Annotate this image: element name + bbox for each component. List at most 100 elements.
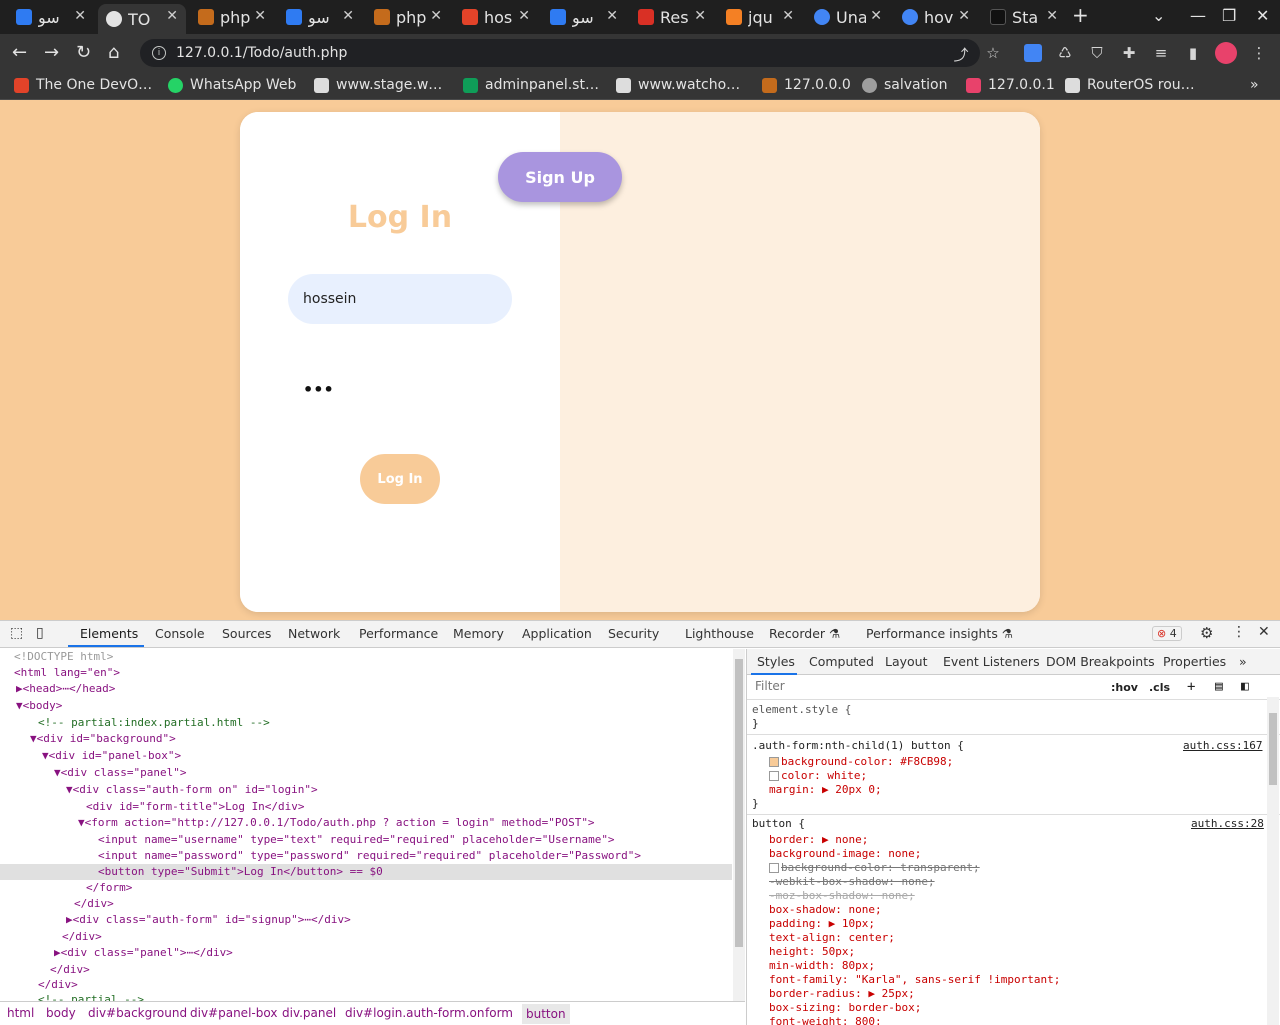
close-tab-icon[interactable]: ✕ (74, 8, 86, 24)
tab-event-listeners[interactable]: Event Listeners (943, 654, 1040, 669)
scrollbar-thumb[interactable] (1269, 713, 1277, 785)
breadcrumb-item[interactable]: div#background (88, 1006, 187, 1020)
css-declaration-invalid[interactable]: -moz-box-shadow: none; (769, 889, 915, 903)
rule-selector[interactable]: .auth-form:nth-child(1) button { (752, 739, 964, 753)
restore-icon[interactable]: ❐ (1222, 6, 1236, 25)
tab-sources[interactable]: Sources (222, 626, 271, 641)
css-declaration[interactable]: background-color: #F8CB98; (769, 755, 953, 769)
rule-source-link[interactable]: auth.css:167 (1183, 739, 1262, 752)
close-tab-icon[interactable]: ✕ (518, 8, 530, 24)
dom-line[interactable]: ▼<div class="panel"> (0, 765, 732, 781)
close-tab-icon[interactable]: ✕ (870, 8, 882, 24)
reload-icon[interactable]: ↻ (76, 42, 91, 63)
tab-console[interactable]: Console (155, 626, 205, 641)
browser-tab[interactable]: php ✕ (190, 4, 274, 30)
dom-line[interactable]: <!-- partial --> (0, 992, 732, 1001)
tab-security[interactable]: Security (608, 626, 659, 641)
css-declaration[interactable]: border-radius: ▶ 25px; (769, 987, 915, 1001)
browser-tab[interactable]: hos ✕ (454, 4, 538, 30)
browser-tab[interactable]: سو ✕ (542, 4, 626, 30)
rule-source-link[interactable]: auth.css:28 (1191, 817, 1264, 830)
bookmark-item[interactable]: WhatsApp Web (168, 77, 296, 93)
shield-icon[interactable]: ⛉ (1088, 44, 1106, 62)
css-declaration[interactable]: height: 50px; (769, 945, 855, 959)
tab-recorder[interactable]: Recorder ⚗ (769, 626, 840, 641)
extension-recycle-icon[interactable]: ♺ (1056, 44, 1074, 62)
breadcrumb-item[interactable]: div#login.auth-form.on (345, 1006, 485, 1020)
rule-selector[interactable]: element.style { (752, 703, 851, 717)
bookmark-item[interactable]: adminpanel.st… (463, 77, 599, 93)
browser-tab[interactable]: Una ✕ (806, 4, 890, 30)
url-text[interactable]: 127.0.0.1/Todo/auth.php (176, 45, 347, 61)
translate-icon[interactable] (1024, 44, 1042, 62)
color-swatch[interactable] (769, 757, 779, 767)
dom-scrollbar[interactable] (733, 649, 745, 1001)
dom-line[interactable]: </div> (0, 929, 732, 945)
dom-line[interactable]: </div> (0, 962, 732, 978)
close-tab-icon[interactable]: ✕ (694, 8, 706, 24)
scrollbar-thumb[interactable] (735, 659, 743, 947)
css-declaration-overridden[interactable]: -webkit-box-shadow: none; (769, 875, 935, 889)
close-tab-icon[interactable]: ✕ (342, 8, 354, 24)
bookmark-item[interactable]: www.stage.w… (314, 77, 442, 93)
hov-toggle[interactable]: :hov (1111, 681, 1138, 695)
close-window-icon[interactable]: ✕ (1256, 6, 1269, 25)
dom-line[interactable]: <input name="password" type="password" r… (0, 848, 732, 864)
username-input[interactable]: hossein (288, 274, 512, 324)
back-icon[interactable]: ← (12, 42, 27, 63)
tab-lighthouse[interactable]: Lighthouse (685, 626, 754, 641)
extensions-puzzle-icon[interactable]: ✚ (1120, 44, 1138, 62)
browser-tab[interactable]: سو ✕ (8, 4, 94, 30)
browser-tab[interactable]: Sta ✕ (982, 4, 1066, 30)
bookmark-item[interactable]: The One DevO… (14, 77, 152, 93)
tab-network[interactable]: Network (288, 626, 340, 641)
tab-properties[interactable]: Properties (1163, 654, 1226, 669)
dom-line[interactable]: ▼<body> (0, 698, 732, 714)
toggle-sidebar-icon[interactable]: ◧ (1241, 680, 1249, 694)
browser-tab[interactable]: php ✕ (366, 4, 450, 30)
devtools-menu-icon[interactable]: ⋮ (1232, 624, 1246, 640)
tab-performance-insights[interactable]: Performance insights ⚗ (866, 626, 1013, 641)
breadcrumb-item[interactable]: div#panel-box (190, 1006, 277, 1020)
bookmark-item[interactable]: RouterOS rou… (1065, 77, 1195, 93)
breadcrumb-item[interactable]: div.panel (282, 1006, 336, 1020)
side-panel-icon[interactable]: ▮ (1184, 44, 1202, 62)
password-input[interactable]: ••• (288, 364, 512, 414)
tab-search-icon[interactable]: ⌄ (1152, 6, 1165, 25)
dom-line[interactable]: ▼<div id="panel-box"> (0, 748, 732, 764)
share-icon[interactable]: ⤴ (952, 44, 970, 64)
dom-line[interactable]: ▶<head>⋯</head> (0, 681, 732, 697)
browser-tab[interactable]: jqu ✕ (718, 4, 802, 30)
dom-line[interactable]: </div> (0, 896, 732, 912)
bookmark-item[interactable]: 127.0.0.0 (762, 77, 851, 93)
dom-line[interactable]: ▼<div class="auth-form on" id="login"> (0, 782, 732, 798)
css-declaration-overridden[interactable]: background-color: transparent; (769, 861, 980, 875)
tab-dom-breakpoints[interactable]: DOM Breakpoints (1046, 654, 1155, 669)
close-tab-icon[interactable]: ✕ (782, 8, 794, 24)
dom-line-selected[interactable]: <button type="Submit">Log In</button> ==… (0, 864, 732, 880)
dom-line[interactable]: <div id="form-title">Log In</div> (0, 799, 732, 815)
breadcrumb-item[interactable]: html (7, 1006, 34, 1020)
login-button[interactable]: Log In (360, 454, 440, 504)
dom-line[interactable]: <input name="username" type="text" requi… (0, 832, 732, 848)
color-swatch[interactable] (769, 863, 779, 873)
dom-line[interactable]: ▶<div class="panel">⋯</div> (0, 945, 732, 961)
breadcrumb-item[interactable]: body (46, 1006, 76, 1020)
css-declaration[interactable]: box-sizing: border-box; (769, 1001, 921, 1015)
address-bar[interactable]: i 127.0.0.1/Todo/auth.php (140, 39, 980, 67)
site-info-icon[interactable]: i (152, 46, 166, 60)
color-swatch[interactable] (769, 771, 779, 781)
dom-line[interactable]: ▼<form action="http://127.0.0.1/Todo/aut… (0, 815, 732, 831)
menu-kebab-icon[interactable]: ⋮ (1250, 44, 1268, 62)
minimize-icon[interactable]: — (1190, 6, 1206, 25)
breadcrumb-item[interactable]: form (485, 1006, 513, 1020)
css-declaration[interactable]: padding: ▶ 10px; (769, 917, 875, 931)
tab-computed[interactable]: Computed (809, 654, 874, 669)
browser-tab[interactable]: سو ✕ (278, 4, 362, 30)
css-declaration[interactable]: margin: ▶ 20px 0; (769, 783, 882, 797)
css-declaration[interactable]: background-image: none; (769, 847, 921, 861)
tab-application[interactable]: Application (522, 626, 592, 641)
bookmark-star-icon[interactable]: ☆ (984, 44, 1002, 62)
browser-tab-active[interactable]: TO ✕ (98, 4, 186, 34)
browser-tab[interactable]: Res ✕ (630, 4, 714, 30)
